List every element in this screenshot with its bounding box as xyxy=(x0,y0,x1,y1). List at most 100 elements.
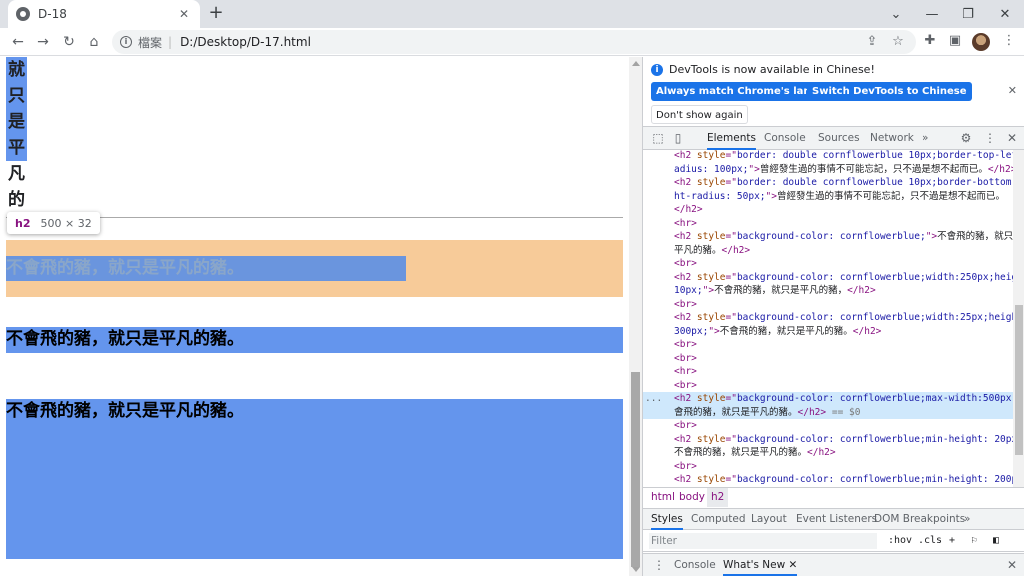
color-format-icon[interactable]: ⚐ xyxy=(971,530,977,552)
dont-show-again-button[interactable]: Don't show again xyxy=(651,105,748,124)
styles-subtabs: Styles Computed Layout Event Listeners D… xyxy=(643,508,1024,530)
home-icon[interactable]: ⌂ xyxy=(84,32,104,52)
drawer-tab-console[interactable]: Console xyxy=(674,554,716,576)
vertical-text: 就只是平凡的 xyxy=(6,57,27,213)
devtools-close-icon[interactable]: ✕ xyxy=(1005,131,1019,145)
drawer-menu-icon[interactable]: ⋮ xyxy=(653,554,665,576)
reload-icon[interactable]: ↻ xyxy=(59,32,79,52)
tab-close-icon[interactable]: ✕ xyxy=(176,7,192,21)
extensions-icon[interactable]: ✚ xyxy=(921,32,939,50)
dom-node-line[interactable]: <h2 style="background-color: cornflowerb… xyxy=(643,392,1013,406)
drawer-tab-whats-new[interactable]: What's New ✕ xyxy=(723,554,798,576)
subtab-event-listeners[interactable]: Event Listeners xyxy=(796,509,877,530)
page-scrollbar[interactable] xyxy=(629,57,642,576)
share-icon[interactable]: ⇪ xyxy=(864,34,880,50)
dom-node-line[interactable]: 不會飛的豬，就只是平凡的豬。</h2> xyxy=(674,446,1013,460)
tab-search-icon[interactable]: ⌄ xyxy=(877,0,915,28)
dom-node-line[interactable]: 平凡的豬。</h2> xyxy=(674,244,1013,258)
switch-chinese-button[interactable]: Switch DevTools to Chinese xyxy=(807,82,972,101)
subtab-styles[interactable]: Styles xyxy=(651,509,683,530)
scroll-down-icon[interactable] xyxy=(632,567,640,572)
dom-node-line[interactable]: <h2 style="background-color: cornflowerb… xyxy=(674,311,1013,325)
profile-avatar[interactable] xyxy=(972,33,990,51)
more-tabs-icon[interactable]: » xyxy=(922,127,928,150)
vertical-char: 凡 xyxy=(8,164,25,184)
crumb-body[interactable]: body xyxy=(675,488,709,507)
styles-filter-row: Filter :hov .cls + ⚐ ◧ xyxy=(643,530,1024,552)
side-panel-icon[interactable]: ▣ xyxy=(946,32,964,50)
dom-node-line[interactable]: 10px;">不會飛的豬，就只是平凡的豬，</h2> xyxy=(674,284,1013,298)
dom-node-line[interactable]: ht-radius: 50px;">曾經發生過的事情不可能忘記，只不過是想不起而… xyxy=(674,190,1013,204)
subtab-dom-breakpoints[interactable]: DOM Breakpoints xyxy=(874,509,965,530)
dom-node-line[interactable]: 300px;">不會飛的豬，就只是平凡的豬。</h2> xyxy=(674,325,1013,339)
highlighted-h2[interactable]: 不會飛的豬，就只是平凡的豬。 xyxy=(6,256,406,281)
dom-node-line[interactable]: <hr> xyxy=(674,217,1013,231)
bookmark-star-icon[interactable]: ☆ xyxy=(890,34,906,50)
subtabs-more-icon[interactable]: » xyxy=(964,509,970,530)
tooltip-dimensions: 500 × 32 xyxy=(40,216,92,230)
tab-sources[interactable]: Sources xyxy=(818,127,860,150)
h2-min-height-200: 不會飛的豬，就只是平凡的豬。 xyxy=(6,399,623,559)
elements-scrollbar[interactable] xyxy=(1013,150,1024,487)
dom-node-line[interactable]: <h2 style="background-color: cornflowerb… xyxy=(674,271,1013,285)
restore-button[interactable]: ❐ xyxy=(949,0,987,28)
address-bar[interactable]: i 檔案 | D:/Desktop/D-17.html xyxy=(112,30,916,54)
notice-close-icon[interactable]: ✕ xyxy=(1008,84,1017,97)
dom-node-line[interactable]: <br> xyxy=(674,338,1013,352)
styles-filter-input[interactable]: Filter xyxy=(649,533,877,549)
close-window-button[interactable]: ✕ xyxy=(986,0,1024,28)
tab-console[interactable]: Console xyxy=(764,127,806,150)
devtools-drawer: ⋮ Console What's New ✕ ✕ xyxy=(643,553,1024,576)
device-toggle-icon[interactable]: ▯ xyxy=(671,131,685,145)
scroll-up-icon[interactable] xyxy=(632,61,640,66)
dom-node-line[interactable]: <br> xyxy=(674,419,1013,433)
browser-tab[interactable]: D-18 ✕ xyxy=(8,0,200,28)
notice-text: DevTools is now available in Chinese! xyxy=(669,63,875,76)
computed-sidebar-icon[interactable]: ◧ xyxy=(993,530,999,552)
devtools-menu-icon[interactable]: ⋮ xyxy=(983,131,997,145)
dom-node-line[interactable]: adius: 100px;">曾經發生過的事情不可能忘記，只不過是想不起而已。<… xyxy=(674,163,1013,177)
dom-node-line[interactable]: <h2 style="border: double cornflowerblue… xyxy=(674,176,1013,190)
subtab-layout[interactable]: Layout xyxy=(751,509,787,530)
dom-node-line[interactable]: <br> xyxy=(674,298,1013,312)
info-icon[interactable]: i xyxy=(120,36,132,48)
info-icon: i xyxy=(651,63,663,76)
elements-scroll-thumb[interactable] xyxy=(1015,305,1023,455)
new-rule-icon[interactable]: + xyxy=(949,530,955,552)
drawer-close-icon[interactable]: ✕ xyxy=(1007,554,1017,576)
globe-icon xyxy=(16,7,30,21)
hov-toggle[interactable]: :hov xyxy=(888,530,912,552)
vertical-char: 只 xyxy=(6,83,27,109)
dom-node-line[interactable]: <br> xyxy=(674,379,1013,393)
tab-network[interactable]: Network xyxy=(870,127,914,150)
inspect-element-icon[interactable]: ⬚ xyxy=(651,131,665,145)
inspect-tooltip: h2 500 × 32 xyxy=(7,212,100,234)
dom-node-line[interactable]: <h2 style="border: double cornflowerblue… xyxy=(674,150,1013,163)
crumb-h2[interactable]: h2 xyxy=(707,488,729,507)
dom-node-line[interactable]: <hr> xyxy=(674,365,1013,379)
url-text[interactable]: D:/Desktop/D-17.html xyxy=(180,35,311,49)
dom-node-line[interactable]: <h2 style="background-color: cornflowerb… xyxy=(674,230,1013,244)
cls-toggle[interactable]: .cls xyxy=(918,530,942,552)
scrollbar-thumb[interactable] xyxy=(631,372,640,567)
dom-node-line[interactable]: 會飛的豬，就只是平凡的豬。</h2> == $0 xyxy=(643,405,1013,419)
dom-node-line[interactable]: <br> xyxy=(674,257,1013,271)
node-actions-icon[interactable]: ... xyxy=(645,392,662,406)
page-viewport: 就只是平凡的 不會飛的豬，就只是平凡的豬。 h2 500 × 32 不會飛的豬，… xyxy=(0,57,642,576)
tab-strip: D-18 ✕ + ⌄ — ❐ ✕ xyxy=(0,0,1024,28)
dom-node-line[interactable]: <br> xyxy=(674,460,1013,474)
subtab-computed[interactable]: Computed xyxy=(691,509,746,530)
language-notice: i DevTools is now available in Chinese! … xyxy=(643,57,1024,125)
drawer-tab-close-icon[interactable]: ✕ xyxy=(789,559,798,571)
back-icon[interactable]: ← xyxy=(8,32,28,52)
more-menu-icon[interactable]: ⋮ xyxy=(1000,32,1018,50)
dom-node-line[interactable]: <h2 style="background-color: cornflowerb… xyxy=(674,433,1013,447)
forward-icon[interactable]: → xyxy=(33,32,53,52)
dom-node-line[interactable]: <h2 style="background-color: cornflowerb… xyxy=(674,473,1013,487)
settings-gear-icon[interactable]: ⚙ xyxy=(959,131,973,145)
new-tab-button[interactable]: + xyxy=(206,4,226,24)
dom-node-line[interactable]: </h2> xyxy=(674,203,1013,217)
tab-elements[interactable]: Elements xyxy=(707,127,756,150)
minimize-button[interactable]: — xyxy=(913,0,951,28)
dom-node-line[interactable]: <br> xyxy=(674,352,1013,366)
